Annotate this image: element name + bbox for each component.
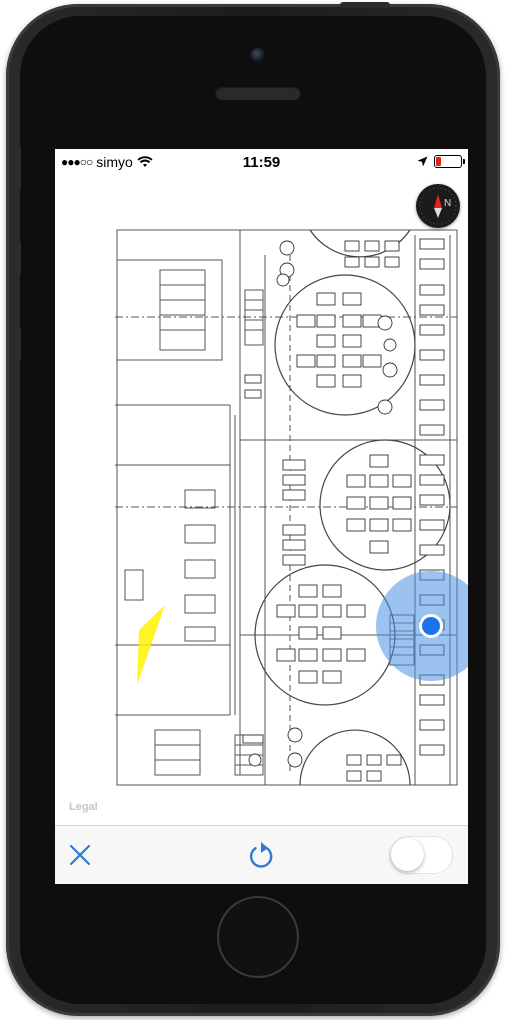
status-bar: ●●●○○ simyo 11:59 (55, 149, 468, 175)
power-button (340, 2, 390, 8)
mute-switch (15, 146, 21, 190)
legal-link[interactable]: Legal (69, 801, 98, 813)
toggle-knob (391, 838, 424, 871)
close-icon[interactable] (67, 842, 93, 868)
compass-button[interactable]: N (416, 184, 460, 228)
compass-icon: N (419, 187, 457, 225)
earpiece-speaker (215, 86, 301, 100)
tracking-toggle[interactable] (389, 836, 453, 874)
home-button[interactable] (217, 896, 299, 978)
status-right (417, 155, 465, 168)
compass-north-label: N (444, 198, 451, 209)
front-camera (251, 48, 265, 62)
clock: 11:59 (242, 154, 281, 171)
volume-down-button (15, 326, 21, 362)
bottom-toolbar (55, 825, 468, 884)
floor-plan-map[interactable] (55, 175, 468, 825)
volume-up-button (15, 240, 21, 276)
refresh-icon[interactable] (247, 840, 275, 870)
battery-icon (434, 155, 465, 168)
current-location-dot-core (422, 617, 440, 635)
battery-level (436, 157, 441, 166)
battery-tip (463, 159, 465, 164)
location-arrow-icon (417, 156, 428, 167)
screen: ●●●○○ simyo 11:59 N Legal (55, 149, 468, 884)
